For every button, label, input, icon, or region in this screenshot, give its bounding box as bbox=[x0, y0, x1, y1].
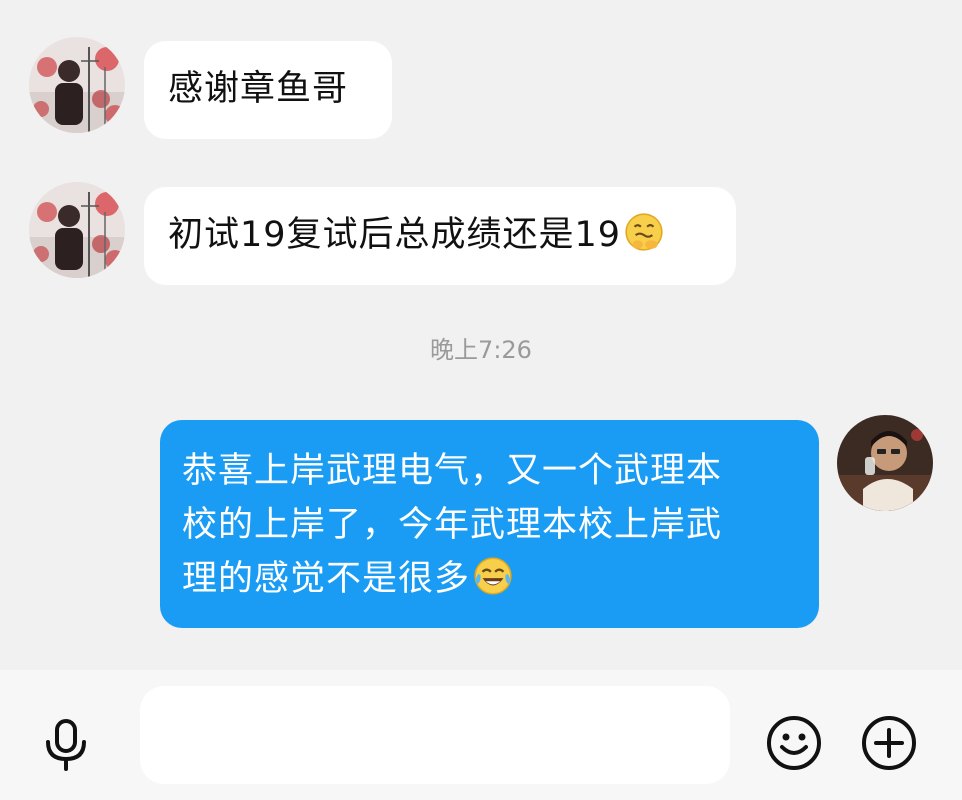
message-text-line: 恭喜上岸武理电气，又一个武理本 bbox=[182, 451, 723, 491]
smiley-icon[interactable] bbox=[765, 714, 823, 772]
message-bubble-incoming[interactable]: 初试19复试后总成绩还是19 bbox=[144, 187, 736, 285]
message-text: 初试19复试后总成绩还是19 bbox=[168, 215, 622, 255]
message-input[interactable] bbox=[140, 686, 730, 784]
input-bar bbox=[0, 670, 962, 800]
grimacing-face-emoji bbox=[625, 213, 663, 251]
contact-avatar[interactable] bbox=[29, 37, 125, 133]
message-bubble-outgoing[interactable]: 恭喜上岸武理电气，又一个武理本 校的上岸了，今年武理本校上岸武 理的感觉不是很多 bbox=[160, 420, 819, 628]
self-avatar[interactable] bbox=[837, 415, 933, 511]
message-text: 感谢章鱼哥 bbox=[168, 69, 349, 109]
contact-avatar[interactable] bbox=[29, 182, 125, 278]
message-text-line: 校的上岸了，今年武理本校上岸武 bbox=[182, 505, 723, 545]
plus-circle-icon[interactable] bbox=[860, 714, 918, 772]
chat-area: 感谢章鱼哥 初试19复试后总成绩还是19 晚上7:26 恭喜上岸武理电气，又一个… bbox=[0, 0, 962, 670]
message-timestamp: 晚上7:26 bbox=[430, 336, 532, 364]
microphone-icon[interactable] bbox=[38, 715, 94, 771]
message-text-line: 理的感觉不是很多 bbox=[182, 559, 471, 599]
tears-of-joy-emoji bbox=[474, 557, 512, 595]
message-bubble-incoming[interactable]: 感谢章鱼哥 bbox=[144, 41, 392, 139]
